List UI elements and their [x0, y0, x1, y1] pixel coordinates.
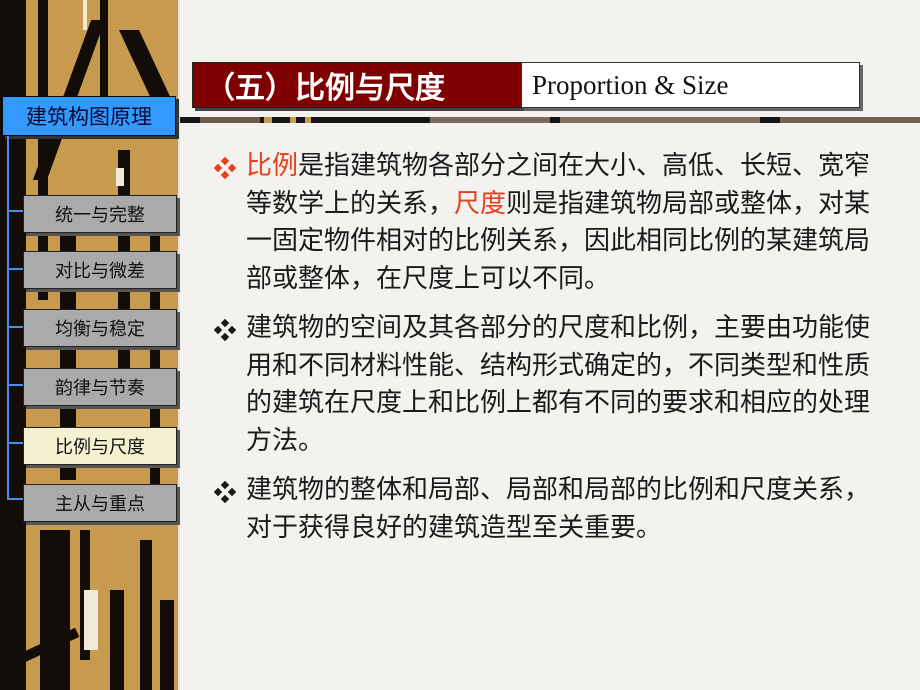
sidebar-item-contrast[interactable]: 对比与微差 — [23, 251, 177, 289]
sidebar-item-emphasis[interactable]: 主从与重点 — [23, 484, 177, 522]
tree-branch — [7, 268, 24, 270]
section-title-cn: （五）比例与尺度 — [192, 62, 522, 108]
four-diamond-bullet-icon — [214, 319, 236, 341]
decorative-rule — [180, 117, 920, 123]
term-proportion: 比例 — [246, 151, 299, 181]
panel-divider — [178, 0, 180, 690]
tree-branch — [7, 442, 24, 444]
bullet-item: 建筑物的整体和局部、局部和局部的比例和尺度关系，对于获得良好的建筑造型至关重要。 — [210, 472, 890, 547]
bullet-text: 建筑物的空间及其各部分的尺度和比例，主要由功能使用和不同材料性能、结构形式确定的… — [246, 313, 871, 456]
content-body: 比例是指建筑物各部分之间在大小、高低、长短、宽窄等数学上的关系，尺度则是指建筑物… — [210, 148, 890, 559]
four-diamond-bullet-icon — [214, 157, 236, 179]
tree-branch — [7, 210, 24, 212]
sidebar-item-balance[interactable]: 均衡与稳定 — [23, 309, 177, 347]
tree-branch — [7, 384, 24, 386]
sidebar-item-rhythm[interactable]: 韵律与节奏 — [23, 368, 177, 406]
four-diamond-bullet-icon — [214, 481, 236, 503]
sidebar-item-unity[interactable]: 统一与完整 — [23, 195, 177, 233]
tree-connector-line — [7, 136, 9, 500]
bullet-item: 建筑物的空间及其各部分的尺度和比例，主要由功能使用和不同材料性能、结构形式确定的… — [210, 310, 890, 460]
sidebar-item-proportion[interactable]: 比例与尺度 — [23, 427, 177, 465]
bullet-text: 建筑物的整体和局部、局部和局部的比例和尺度关系，对于获得良好的建筑造型至关重要。 — [246, 475, 871, 543]
section-title-en: Proportion & Size — [521, 62, 860, 108]
term-scale: 尺度 — [454, 188, 507, 219]
sidebar-title: 建筑构图原理 — [2, 96, 176, 136]
tree-branch — [7, 326, 24, 328]
bullet-item: 比例是指建筑物各部分之间在大小、高低、长短、宽窄等数学上的关系，尺度则是指建筑物… — [210, 148, 890, 298]
tree-branch — [7, 498, 24, 500]
